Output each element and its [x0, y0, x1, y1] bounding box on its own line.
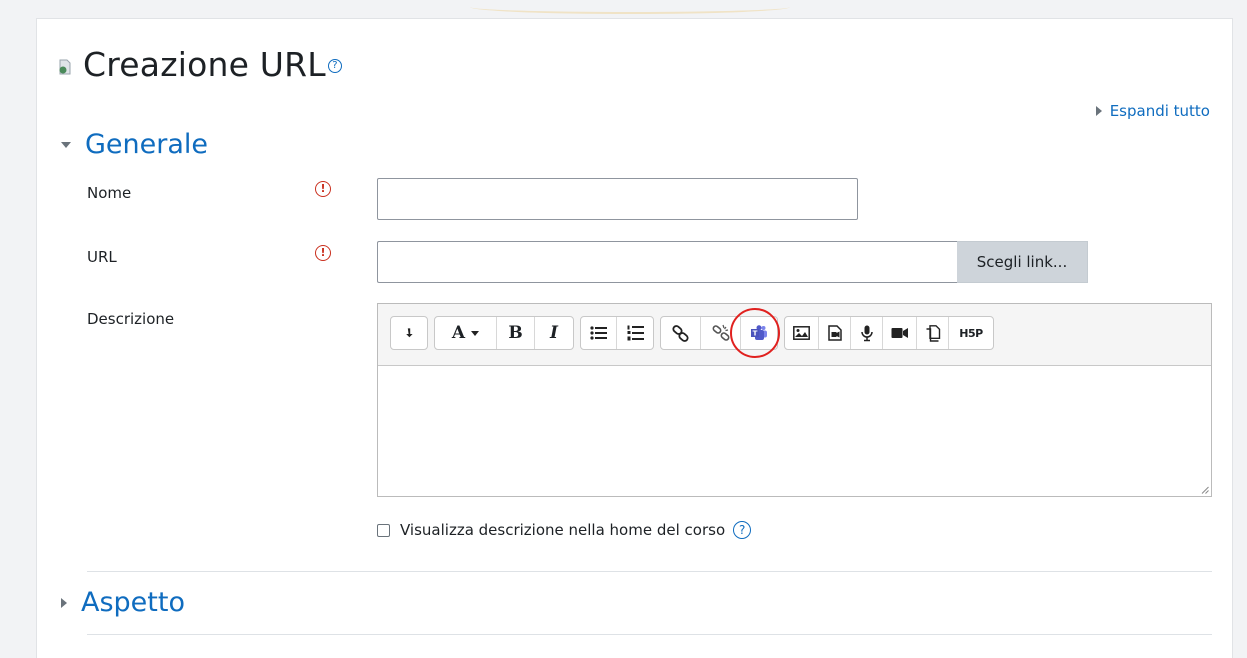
required-icon: ! [315, 181, 331, 197]
section-divider [87, 571, 1212, 572]
insert-h5p-button[interactable]: H5P [949, 317, 993, 349]
page-heading: Creazione URL [83, 45, 326, 84]
field-label-descrizione: Descrizione [87, 310, 175, 328]
svg-text:T: T [753, 330, 758, 338]
section-divider [87, 634, 1212, 635]
editor-toolbar: A B I T H5P [378, 304, 1211, 365]
insert-image-button[interactable] [785, 317, 819, 349]
bold-button[interactable]: B [497, 317, 535, 349]
help-icon[interactable]: ? [327, 58, 342, 73]
manage-files-button[interactable] [917, 317, 949, 349]
url-input[interactable] [377, 241, 958, 283]
toolbar-group-collapse [390, 316, 428, 350]
expand-all-label: Espandi tutto [1109, 102, 1210, 120]
record-audio-icon [860, 325, 873, 341]
description-editor: A B I T H5P [377, 303, 1212, 497]
toolbar-group-lists [580, 316, 654, 350]
choose-link-button[interactable]: Scegli link... [957, 241, 1088, 283]
link-icon [672, 324, 689, 342]
collapse-icon [406, 328, 413, 338]
nome-input[interactable] [377, 178, 858, 220]
font-style-dropdown-icon: A [451, 323, 466, 343]
show-description-label: Visualizza descrizione nella home del co… [400, 521, 726, 539]
page-title: Creazione URL ? [57, 45, 342, 84]
show-description-checkbox[interactable] [377, 523, 390, 537]
dropdown-caret-icon [471, 330, 480, 336]
background-decoration [470, 0, 790, 14]
numbered-list-icon [627, 325, 644, 341]
editor-content-area[interactable] [378, 365, 1211, 496]
manage-files-icon [926, 324, 940, 342]
section-title-aspetto: Aspetto [81, 587, 185, 618]
show-description-row: Visualizza descrizione nella home del co… [377, 521, 752, 539]
section-header-generale[interactable]: Generale [61, 129, 208, 160]
toolbar-group-media: H5P [784, 316, 994, 350]
form-card: Creazione URL ? Espandi tutto Generale N… [36, 18, 1233, 658]
field-label-nome: Nome [87, 184, 132, 202]
resize-handle-icon[interactable] [1201, 486, 1209, 494]
toolbar-group-text-style: A B I [434, 316, 574, 350]
expand-all-link[interactable]: Espandi tutto [1095, 102, 1210, 120]
insert-media-button[interactable] [819, 317, 851, 349]
font-style-dropdown[interactable]: A [435, 317, 497, 349]
unlink-icon [712, 324, 729, 341]
teams-meeting-icon: T [751, 325, 767, 340]
required-icon: ! [315, 245, 331, 261]
unlink-button[interactable] [701, 317, 741, 349]
toolbar-group-links: T [660, 308, 780, 358]
h5p-icon: H5P [959, 326, 983, 340]
link-button[interactable] [661, 317, 701, 349]
caret-right-icon [1095, 106, 1102, 116]
help-icon[interactable]: ? [733, 521, 752, 539]
italic-button[interactable]: I [535, 317, 573, 349]
section-title-generale: Generale [85, 129, 209, 160]
bulleted-list-button[interactable] [581, 317, 617, 349]
italic-icon: I [550, 323, 558, 343]
caret-right-icon [61, 597, 67, 608]
url-module-icon [57, 59, 73, 75]
teams-meeting-button[interactable]: T [730, 308, 780, 358]
section-header-aspetto[interactable]: Aspetto [61, 587, 185, 618]
record-video-button[interactable] [883, 317, 917, 349]
record-video-icon [891, 328, 908, 338]
caret-down-icon [61, 141, 71, 148]
media-icon [827, 325, 842, 341]
record-audio-button[interactable] [851, 317, 883, 349]
collapse-button[interactable] [391, 317, 427, 349]
bold-icon: B [508, 323, 523, 343]
field-label-url: URL [87, 248, 117, 266]
image-icon [793, 326, 810, 340]
bulleted-list-icon [590, 326, 607, 340]
numbered-list-button[interactable] [617, 317, 653, 349]
